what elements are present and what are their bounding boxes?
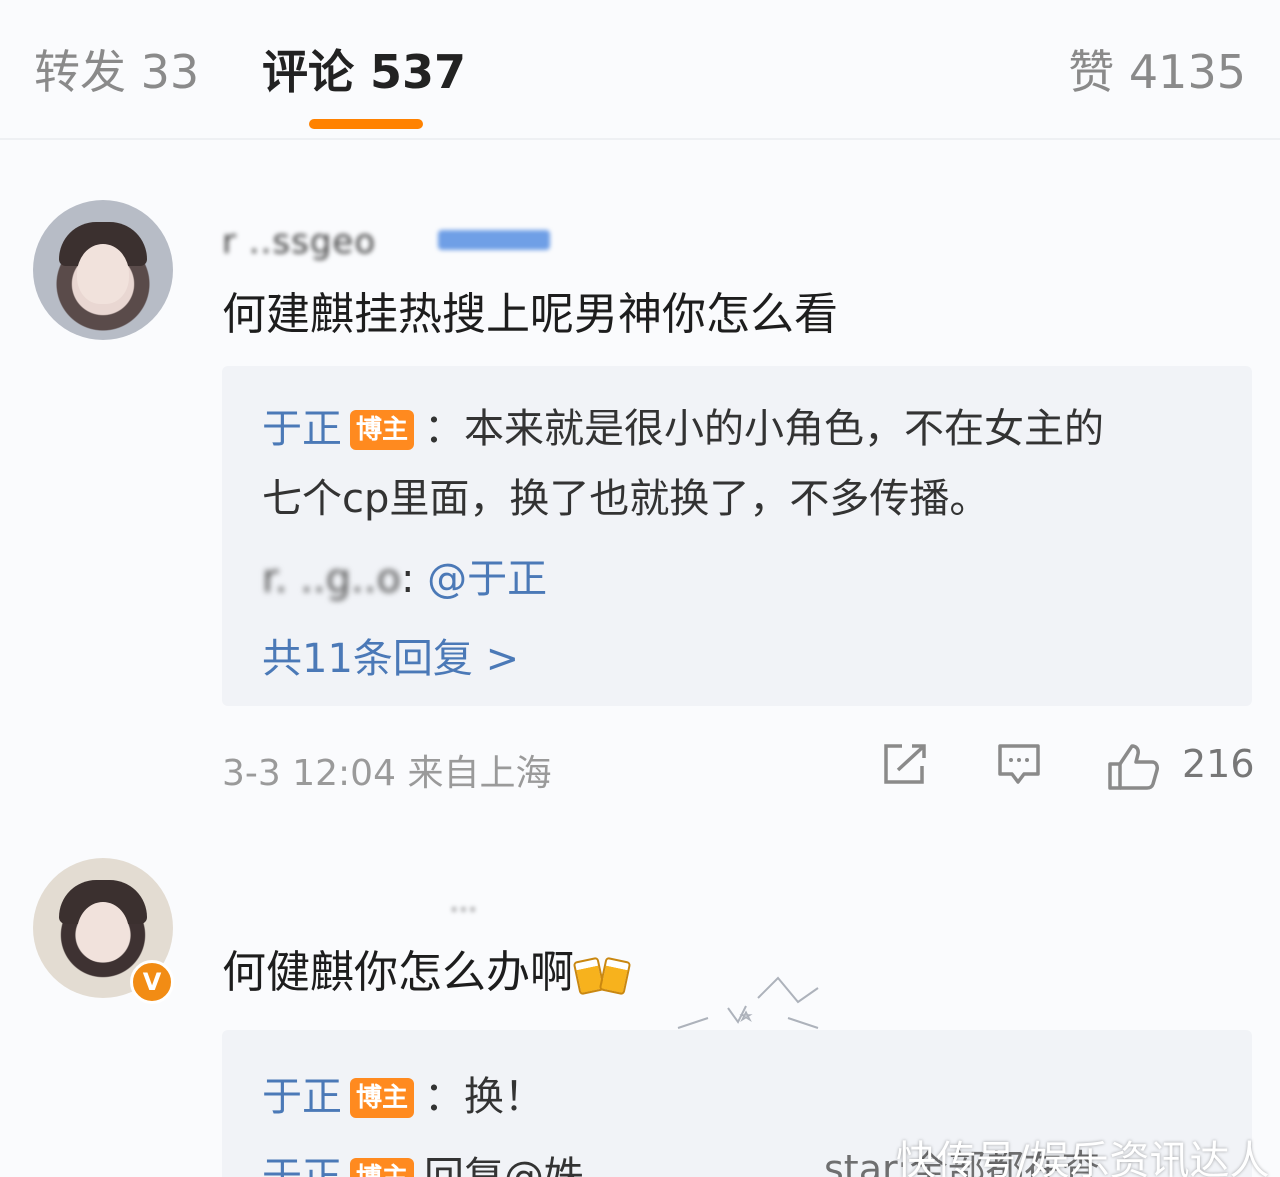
reply-line: 于正 博主 ：本来就是很小的小角色，不在女主的 — [262, 396, 1104, 454]
comment-text-content: 何健麒你怎么办啊 — [222, 947, 574, 998]
mention-link[interactable]: @于正 — [427, 556, 547, 602]
reply-author[interactable]: 于正 — [262, 1074, 342, 1120]
reply-text: : — [400, 556, 428, 602]
reply-line: 于正博主回复@姝 — [262, 1144, 584, 1177]
avatar-face — [77, 244, 129, 304]
comment-text: 何健麒你怎么办啊 — [222, 936, 632, 1000]
comment-time: 3-3 12:04 — [222, 753, 396, 794]
comment-icon — [998, 744, 1040, 784]
user-level-badge — [438, 230, 550, 250]
comment-text: 何建麒挂热搜上呢男神你怎么看 — [222, 289, 838, 340]
comment-item: r ..ssgeo 何建麒挂热搜上呢男神你怎么看 于正 博主 ：本来就是很小的小角色… — [0, 140, 1280, 830]
tab-bar: 转发 33 评论 537 赞 4135 — [0, 0, 1280, 140]
tab-repost[interactable]: 转发 33 — [34, 36, 199, 102]
avatar[interactable] — [33, 200, 173, 340]
reply-text: ：换！ — [424, 1074, 544, 1120]
sticker-decoration — [677, 976, 819, 1029]
comment-location: 来自上海 — [407, 753, 552, 794]
reply-box[interactable]: 于正 博主 ：本来就是很小的小角色，不在女主的 七个cp里面，换了也就换了，不多传播… — [222, 366, 1252, 706]
reply-text: 回复@姝 — [424, 1154, 584, 1177]
thumbs-up-icon — [1108, 744, 1159, 790]
comment-username[interactable]: ... — [450, 888, 478, 918]
repost-icon — [884, 744, 926, 784]
avatar-face — [77, 902, 129, 962]
reply-text: ：本来就是很小的小角色，不在女主的 — [424, 406, 1104, 452]
host-badge: 博主 — [350, 1158, 414, 1177]
reply-author[interactable]: 于正 — [262, 406, 342, 452]
reply-line: 七个cp里面，换了也就换了，不多传播。 — [262, 466, 989, 524]
comment-meta: 3-3 12:04 来自上海 — [222, 744, 551, 796]
verified-icon: V — [130, 960, 174, 1004]
reply-author[interactable]: 于正 — [262, 1154, 342, 1177]
comment-username[interactable]: r ..ssgeo — [222, 222, 376, 262]
reply-line: 于正 博主 ：换！ — [262, 1064, 544, 1122]
watermark: 快传号/娱乐资讯达人 — [896, 1138, 1270, 1177]
reply-text: 七个cp里面，换了也就换了，不多传播。 — [262, 476, 990, 522]
active-tab-indicator — [309, 119, 423, 129]
tab-comment[interactable]: 评论 537 — [262, 36, 466, 102]
like-button[interactable]: 216 — [1106, 738, 1256, 792]
repost-button[interactable] — [882, 738, 930, 792]
weibo-comment-page: 转发 33 评论 537 赞 4135 r ..ssgeo 何建麒挂热搜上呢男神… — [0, 0, 1280, 1177]
reply-author[interactable]: r. ..g..o — [262, 556, 401, 602]
more-replies-link[interactable]: 共11条回复 > — [262, 626, 519, 684]
reply-button[interactable] — [996, 738, 1044, 792]
beer-icon — [572, 949, 632, 996]
like-count: 216 — [1182, 742, 1255, 786]
host-badge: 博主 — [350, 1078, 414, 1118]
reply-line: r. ..g..o: @于正 — [262, 546, 547, 604]
host-badge: 博主 — [350, 410, 414, 450]
tab-like[interactable]: 赞 4135 — [1068, 36, 1246, 102]
comment-item: V ... 何健麒你怎么办啊 于正博主：换！ 于正博主回复@姝 — [0, 830, 1280, 1177]
